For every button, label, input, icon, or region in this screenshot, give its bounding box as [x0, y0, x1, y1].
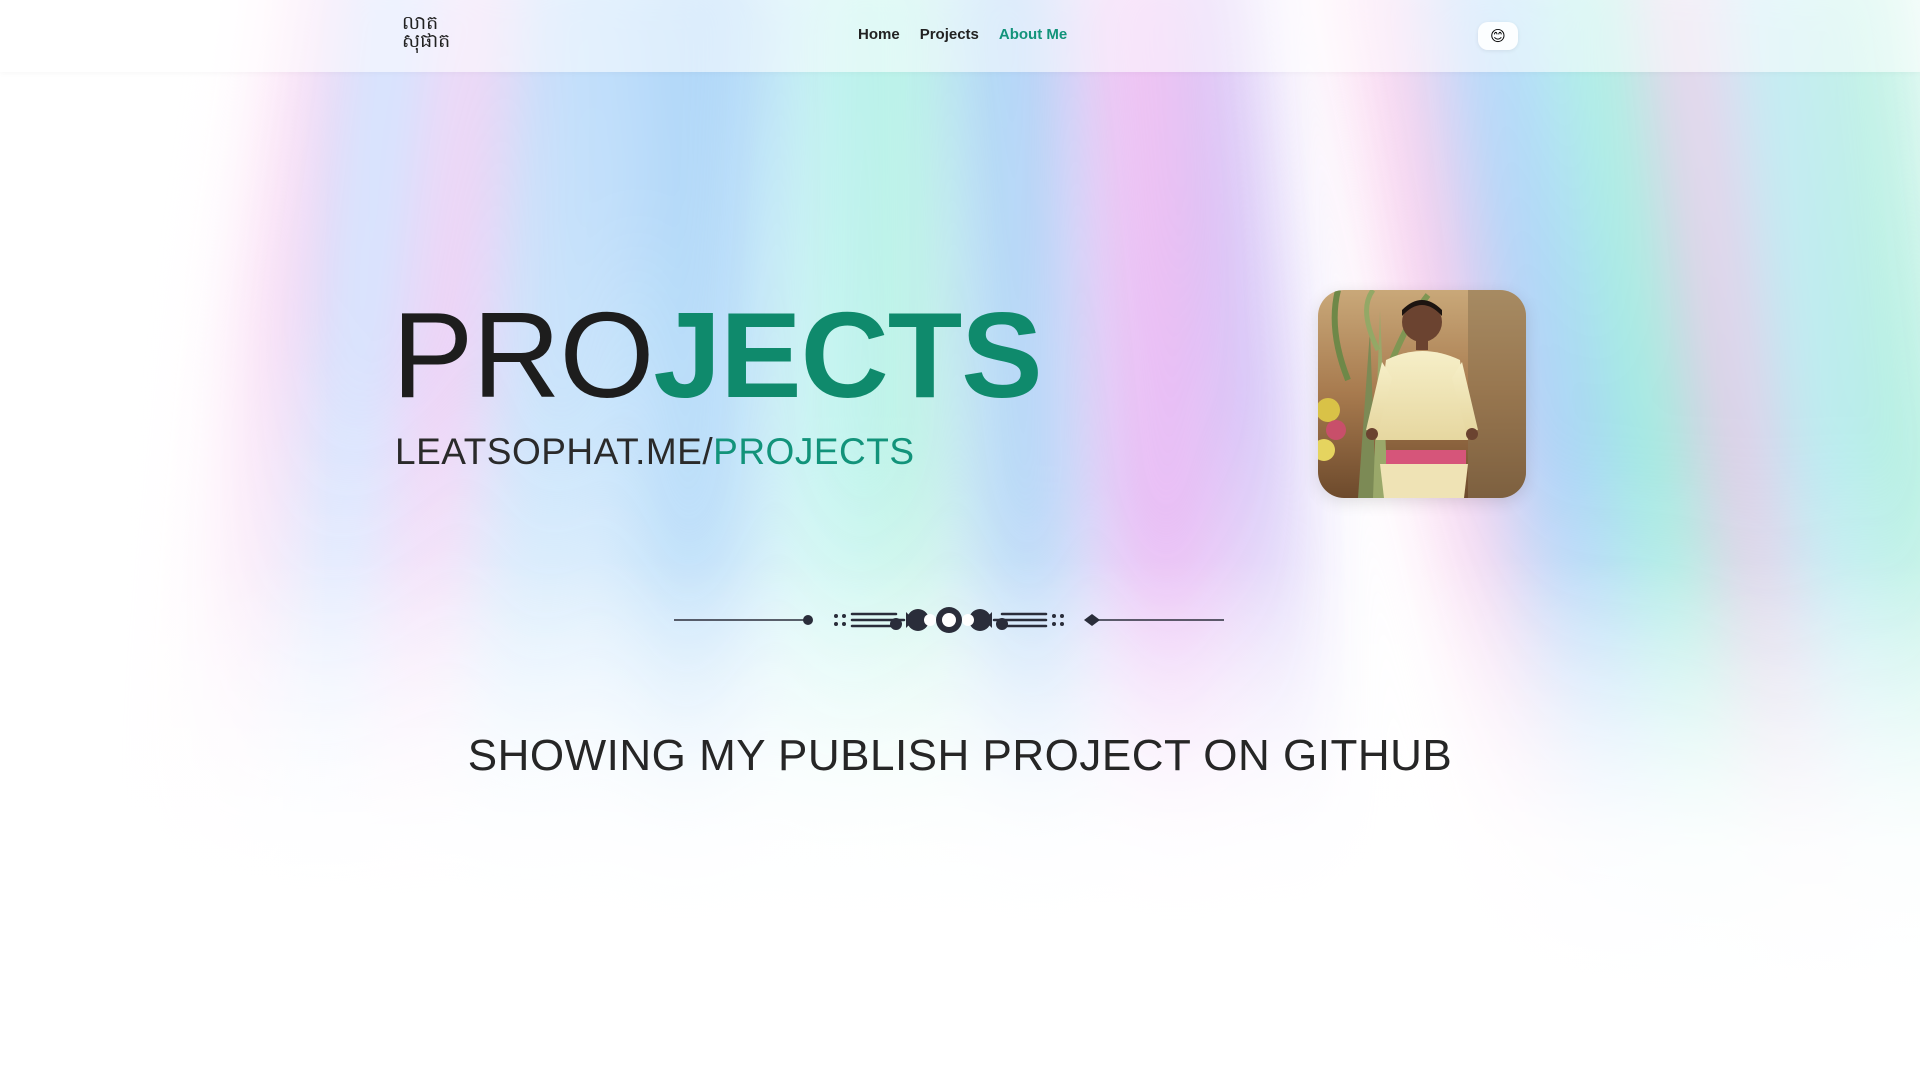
- url-domain: LEATSOPHAT.ME/: [395, 431, 714, 472]
- aurora-background: [0, 0, 1920, 1080]
- theme-toggle-button[interactable]: 😊: [1478, 22, 1518, 50]
- site-logo[interactable]: លាត សុផាត: [402, 14, 458, 56]
- section-tagline: SHOWING MY PUBLISH PROJECT ON GITHUB: [467, 731, 1453, 780]
- navbar: លាត សុផាត Home Projects About Me 😊: [0, 0, 1920, 72]
- url-path: PROJECTS: [713, 431, 915, 472]
- nav-link-home[interactable]: Home: [858, 26, 900, 43]
- page-title-part-1: PRO: [392, 287, 654, 423]
- nav-link-projects[interactable]: Projects: [920, 26, 979, 43]
- profile-photo-illustration: [1318, 290, 1526, 498]
- page-url-breadcrumb: LEATSOPHAT.ME/PROJECTS: [395, 430, 915, 474]
- ornamental-divider-icon: [674, 596, 1224, 644]
- main-nav: Home Projects About Me: [858, 26, 1067, 43]
- smiling-face-icon: 😊: [1490, 28, 1506, 45]
- profile-photo: [1318, 290, 1526, 498]
- page: លាត សុផាត Home Projects About Me 😊 PROJE…: [0, 0, 1920, 1080]
- background-fade-left: [0, 0, 330, 1080]
- page-title-part-2: JECTS: [653, 287, 1042, 423]
- nav-link-about-me[interactable]: About Me: [999, 26, 1067, 43]
- page-title: PROJECTS: [392, 287, 1043, 423]
- logo-line-2: សុផាត: [402, 30, 451, 52]
